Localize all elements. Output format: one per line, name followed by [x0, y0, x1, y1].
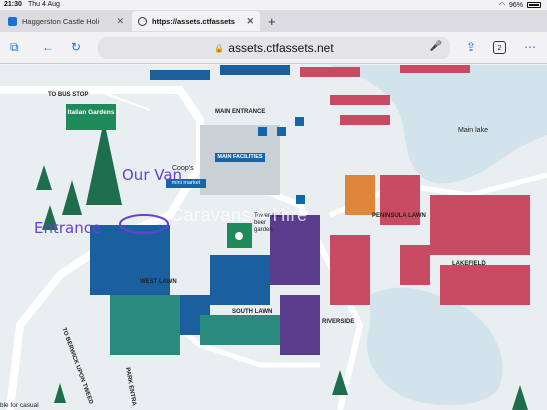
tree: [36, 165, 52, 190]
football-icon: [235, 232, 243, 240]
close-tab-icon[interactable]: ✕: [246, 16, 254, 27]
tree: [62, 180, 82, 215]
tree: [512, 385, 528, 410]
bottom-caption: ble for casual: [0, 402, 39, 409]
status-date: Thu 4 Aug: [28, 1, 60, 8]
tab-assets[interactable]: https://assets.ctfassets ✕: [132, 11, 260, 31]
back-arrow-icon[interactable]: ←: [42, 40, 54, 54]
globe-icon: [138, 16, 147, 26]
lakefield-label: LAKEFIELD: [452, 261, 486, 267]
main-entrance-label: MAIN ENTRANCE: [215, 109, 266, 115]
address-bar[interactable]: 🔒 assets.ctfassets.net 🎤: [98, 37, 450, 59]
parking-icon: [295, 117, 304, 126]
sidebar-icon[interactable]: ⧉: [10, 40, 19, 55]
riverside-label: RIVERSIDE: [322, 319, 355, 325]
wifi-icon: ◠: [498, 2, 505, 9]
west-lawn-label: WEST LAWN: [140, 279, 177, 285]
south-lawn-label: SOUTH LAWN: [232, 309, 273, 315]
url-text: assets.ctfassets.net: [228, 41, 334, 55]
status-time: 21:30: [4, 1, 22, 8]
parking-icon: [258, 127, 267, 136]
tab-count-button[interactable]: 2: [493, 41, 506, 54]
more-icon[interactable]: ⋯: [524, 40, 536, 54]
bus-stop-label: TO BUS STOP: [48, 92, 89, 98]
lock-icon: 🔒: [214, 43, 225, 53]
close-tab-icon[interactable]: ✕: [116, 16, 124, 27]
tab-haggerston[interactable]: Haggerston Castle Holi ✕: [2, 11, 130, 31]
plots-right: [330, 175, 530, 305]
tree: [54, 383, 66, 403]
microphone-icon[interactable]: 🎤: [430, 41, 442, 52]
tab-label: Haggerston Castle Holi: [22, 16, 100, 26]
browser-toolbar: ⧉ ← ↻ 🔒 assets.ctfassets.net 🎤 ⇪ 2 ⋯: [0, 32, 547, 64]
reload-icon[interactable]: ↻: [71, 40, 81, 54]
parking-icon: [296, 195, 305, 204]
site-map: Italian Gardens TO BUS STOP MAIN ENTRANC…: [0, 65, 547, 410]
new-tab-button[interactable]: +: [268, 14, 276, 29]
site-favicon-icon: [8, 16, 17, 26]
plots-middle: [90, 215, 320, 355]
battery-icon: [527, 2, 541, 8]
main-facilities-label: MAIN FACILITIES: [215, 153, 265, 162]
entrance-annotation: Entrance: [34, 219, 102, 237]
peninsula-lawn-label: PENINSULA LAWN: [372, 213, 426, 219]
lower-lake: [366, 287, 503, 406]
our-van-annotation: Our Van: [122, 166, 183, 184]
tab-label: https://assets.ctfassets: [152, 16, 235, 26]
watermark: Caravans 4 Hire: [170, 205, 308, 225]
italian-gardens-label: Italian Gardens: [66, 104, 116, 130]
main-lake-label: Main lake: [458, 127, 488, 134]
battery-percent: 96%: [508, 1, 523, 9]
share-icon[interactable]: ⇪: [466, 40, 476, 54]
status-right: ◠ 96%: [499, 1, 541, 9]
status-bar: 21:30 Thu 4 Aug ◠ 96%: [0, 0, 547, 10]
tab-bar: Haggerston Castle Holi ✕ https://assets.…: [0, 10, 547, 32]
parking-icon: [277, 127, 286, 136]
large-tree: [86, 120, 122, 205]
